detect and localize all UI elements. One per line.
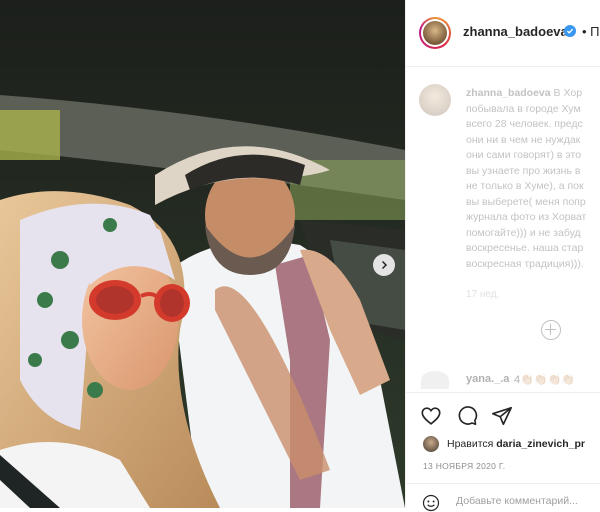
caption-line-5: вы узнаете про жизнь в <box>466 164 581 177</box>
add-comment-bar: Добавьте комментарий... <box>406 483 600 512</box>
caption-block: zhanna_badoeva В Хор побывала в городе Х… <box>406 66 600 366</box>
username-link[interactable]: zhanna_badoeva <box>463 24 568 39</box>
liker-username[interactable]: daria_zinevich_pr <box>496 438 585 450</box>
caption-line-9: помогайте))) и не забуд <box>466 226 581 239</box>
post-header: zhanna_badoeva • По <box>406 0 600 67</box>
caption-line-4: они сами говорят) в это <box>466 149 582 161</box>
comment-item: yana._.a 4👏🏼👏🏼👏🏼👏🏼 <box>406 362 600 392</box>
comment-icon[interactable] <box>456 405 478 427</box>
caption-line-11: воскресная традиция))). <box>466 257 584 270</box>
caption-text: zhanna_badoeva В Хор побывала в городе Х… <box>466 86 600 272</box>
follow-button[interactable]: • По <box>582 24 600 39</box>
caption-line-2: всего 28 человек. предс <box>466 118 583 130</box>
photo-image <box>0 0 405 508</box>
comment-text: 4👏🏼👏🏼👏🏼👏🏼 <box>514 374 575 386</box>
caption-line-6: не только в Хуме), а пок <box>466 180 584 192</box>
heart-icon[interactable] <box>420 405 442 427</box>
post-date[interactable]: 13 НОЯБРЯ 2020 Г. <box>423 461 505 471</box>
caption-line-0: В Хор <box>553 87 583 99</box>
add-comment-input[interactable]: Добавьте комментарий... <box>456 495 578 507</box>
likes-text: Нравится daria_zinevich_pr <box>447 438 585 450</box>
avatar[interactable] <box>419 17 451 49</box>
comment-username[interactable]: yana._.a <box>466 373 509 385</box>
likes-prefix: Нравится <box>447 438 494 450</box>
next-photo-button[interactable] <box>373 254 395 276</box>
share-icon[interactable] <box>491 405 513 427</box>
caption-line-1: побывала в городе Хум <box>466 102 581 115</box>
verified-badge-icon <box>564 25 576 37</box>
comment-avatar[interactable] <box>421 371 449 389</box>
emoji-icon[interactable] <box>422 494 440 512</box>
caption-line-10: воскресенье. наша стар <box>466 242 584 254</box>
post-sidebar: zhanna_badoeva • По zhanna_badoeva В Хор… <box>405 0 600 512</box>
caption-line-8: журнала фото из Хорват <box>466 211 587 223</box>
action-bar <box>406 392 600 438</box>
caption-line-7: вы выберете( меня попр <box>466 195 586 208</box>
caption-username[interactable]: zhanna_badoeva <box>466 87 551 99</box>
caption-line-3: они ни в чем не нуждак <box>466 133 581 146</box>
likes-row: Нравится daria_zinevich_pr <box>423 436 600 452</box>
chevron-right-icon <box>381 260 388 270</box>
caption-timestamp[interactable]: 17 нед. <box>466 289 499 300</box>
liker-avatar[interactable] <box>423 436 439 452</box>
plus-circle-icon[interactable] <box>541 320 561 340</box>
caption-avatar[interactable] <box>419 84 451 116</box>
post-photo[interactable] <box>0 0 405 508</box>
